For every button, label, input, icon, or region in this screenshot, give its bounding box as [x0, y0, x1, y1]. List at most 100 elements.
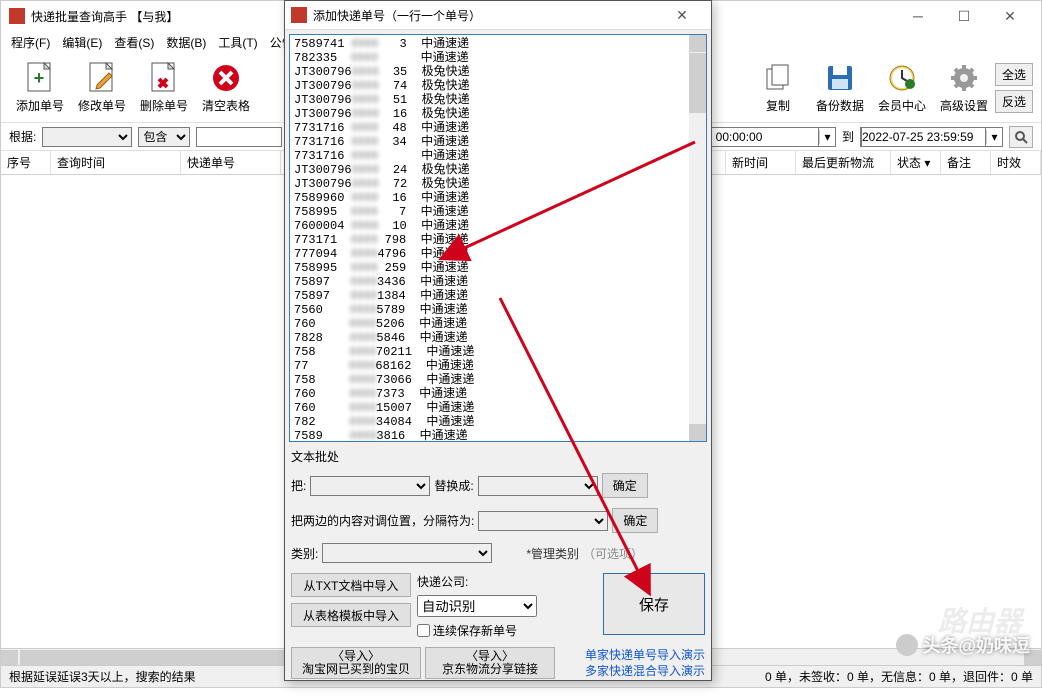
- import-txt-button[interactable]: 从TXT文档中导入: [291, 573, 411, 597]
- col-query-time[interactable]: 查询时间: [51, 151, 181, 174]
- select-all-button[interactable]: 全选: [995, 63, 1033, 86]
- copy-button[interactable]: 复制: [747, 57, 809, 119]
- tracking-textarea[interactable]: 7589741 0000 3 中通速递782335 0000 中通速递JT300…: [289, 34, 707, 442]
- replace-row: 把: 替换成: 确定: [291, 473, 705, 498]
- category-label: 类别:: [291, 545, 318, 562]
- menu-edit[interactable]: 编辑(E): [58, 32, 106, 53]
- col-update-time[interactable]: 新时间: [726, 151, 796, 174]
- clock-icon: [886, 62, 918, 94]
- col-status[interactable]: 状态 ▾: [891, 151, 941, 174]
- filter-root-label: 根据:: [9, 128, 36, 145]
- scroll-left-icon[interactable]: [1, 650, 18, 665]
- vertical-scrollbar[interactable]: [689, 35, 706, 441]
- delete-tracking-label: 删除单号: [140, 97, 188, 114]
- replace-to-select[interactable]: [478, 476, 598, 496]
- batch-section: 文本批处 把: 替换成: 确定 把两边的内容对调位置，分隔符为: 确定 类别: …: [289, 442, 707, 695]
- avatar-icon: [896, 634, 918, 656]
- invert-selection-button[interactable]: 反选: [995, 90, 1033, 113]
- add-tracking-label: 添加单号: [16, 97, 64, 114]
- advanced-settings-label: 高级设置: [940, 97, 988, 114]
- scroll-thumb[interactable]: [20, 650, 320, 665]
- member-center-button[interactable]: 会员中心: [871, 57, 933, 119]
- replace-to-label: 替换成:: [434, 477, 473, 494]
- close-button[interactable]: ✕: [987, 1, 1033, 31]
- batch-label: 文本批处: [291, 448, 705, 465]
- save-button[interactable]: 保存: [603, 573, 705, 635]
- import-template-button[interactable]: 从表格模板中导入: [291, 603, 411, 627]
- dropdown-icon[interactable]: ▾: [986, 130, 1002, 144]
- filter-op-select[interactable]: 包含: [138, 127, 190, 147]
- date-from-wrap[interactable]: ▾: [693, 127, 836, 147]
- app-icon: [291, 7, 307, 23]
- category-select[interactable]: [322, 543, 492, 563]
- copy-icon: [762, 62, 794, 94]
- import-links-row: 〈导入〉淘宝网已买到的宝贝 〈导入〉京东物流分享链接 单家快递单号导入演示 多家…: [291, 647, 705, 679]
- file-edit-icon: [86, 62, 118, 94]
- menu-data[interactable]: 数据(B): [162, 32, 210, 53]
- replace-from-select[interactable]: [310, 476, 430, 496]
- advanced-settings-button[interactable]: 高级设置: [933, 57, 995, 119]
- minimize-button[interactable]: ─: [895, 1, 941, 31]
- file-add-icon: +: [24, 62, 56, 94]
- swap-sep-select[interactable]: [478, 511, 608, 531]
- window-controls: ─ ☐ ✕: [895, 1, 1033, 31]
- demo-links: 单家快递单号导入演示 多家快递混合导入演示: [559, 647, 705, 679]
- col-remark[interactable]: 备注: [941, 151, 991, 174]
- col-timeliness[interactable]: 时效: [991, 151, 1041, 174]
- add-tracking-dialog: 添加快递单号（一行一个单号） ✕ 7589741 0000 3 中通速递7823…: [284, 0, 712, 681]
- modify-tracking-button[interactable]: 修改单号: [71, 57, 133, 119]
- clear-table-label: 清空表格: [202, 97, 250, 114]
- file-delete-icon: [148, 62, 180, 94]
- col-last-logistics[interactable]: 最后更新物流: [796, 151, 891, 174]
- menu-view[interactable]: 查看(S): [110, 32, 158, 53]
- company-select[interactable]: 自动识别: [417, 595, 537, 617]
- dropdown-icon[interactable]: ▾: [819, 130, 835, 144]
- select-buttons: 全选 反选: [995, 63, 1033, 113]
- date-to-input[interactable]: [861, 127, 986, 147]
- floppy-icon: [824, 62, 856, 94]
- date-to-wrap[interactable]: ▾: [860, 127, 1003, 147]
- optional-hint: （可选项）: [583, 545, 643, 562]
- menu-tools[interactable]: 工具(T): [214, 32, 261, 53]
- swap-row: 把两边的内容对调位置，分隔符为: 确定: [291, 508, 705, 533]
- modal-close-button[interactable]: ✕: [659, 1, 705, 29]
- continuous-save-input[interactable]: [417, 624, 430, 637]
- swap-ok-button[interactable]: 确定: [612, 508, 658, 533]
- status-right: 0 单，未签收：0 单，无信息：0 单，退回件：0 单: [765, 668, 1033, 685]
- watermark: 头条@奶味逗: [896, 632, 1030, 658]
- scroll-thumb[interactable]: [689, 53, 706, 113]
- clear-icon: [210, 62, 242, 94]
- add-tracking-button[interactable]: + 添加单号: [9, 57, 71, 119]
- filter-value-input[interactable]: [196, 127, 282, 147]
- clear-table-button[interactable]: 清空表格: [195, 57, 257, 119]
- modal-titlebar: 添加快递单号（一行一个单号） ✕: [285, 1, 711, 30]
- import-taobao-button[interactable]: 〈导入〉淘宝网已买到的宝贝: [291, 647, 421, 679]
- manage-category-link[interactable]: *管理类别: [526, 545, 579, 562]
- bottom-grid: 从TXT文档中导入 从表格模板中导入 快递公司: 自动识别 连续保存新单号 保存: [291, 573, 705, 639]
- import-jd-button[interactable]: 〈导入〉京东物流分享链接: [425, 647, 555, 679]
- backup-label: 备份数据: [816, 97, 864, 114]
- replace-ok-button[interactable]: 确定: [602, 473, 648, 498]
- copy-label: 复制: [766, 97, 790, 114]
- single-demo-link[interactable]: 单家快递单号导入演示: [559, 647, 705, 663]
- filter-field-select[interactable]: [42, 127, 132, 147]
- scroll-up-icon[interactable]: [689, 35, 706, 52]
- col-tracking[interactable]: 快递单号: [181, 151, 281, 174]
- backup-button[interactable]: 备份数据: [809, 57, 871, 119]
- import-buttons: 从TXT文档中导入 从表格模板中导入: [291, 573, 411, 627]
- date-from-input[interactable]: [694, 127, 819, 147]
- swap-label: 把两边的内容对调位置，分隔符为:: [291, 512, 474, 529]
- menu-program[interactable]: 程序(F): [7, 32, 54, 53]
- multi-demo-link[interactable]: 多家快递混合导入演示: [559, 663, 705, 679]
- continuous-save-checkbox[interactable]: 连续保存新单号: [417, 622, 537, 639]
- modal-title: 添加快递单号（一行一个单号）: [313, 7, 481, 24]
- svg-text:+: +: [34, 68, 45, 88]
- maximize-button[interactable]: ☐: [941, 1, 987, 31]
- col-seq[interactable]: 序号: [1, 151, 51, 174]
- search-button[interactable]: [1009, 126, 1033, 148]
- scroll-down-icon[interactable]: [689, 424, 706, 441]
- category-row: 类别: *管理类别 （可选项）: [291, 543, 705, 563]
- app-icon: [9, 8, 25, 24]
- delete-tracking-button[interactable]: 删除单号: [133, 57, 195, 119]
- gear-icon: [948, 62, 980, 94]
